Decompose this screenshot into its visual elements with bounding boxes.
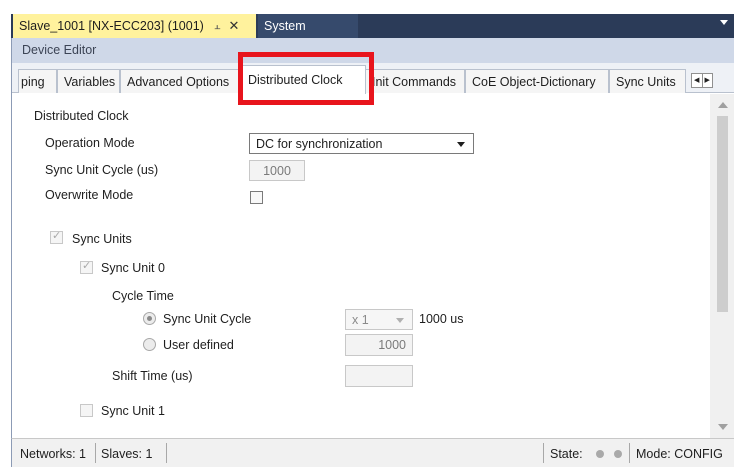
cycle-time-label: Cycle Time (112, 289, 174, 303)
shift-time-field[interactable] (345, 365, 413, 387)
slaves-count: Slaves: 1 (101, 447, 153, 461)
vertical-scrollbar[interactable] (710, 94, 734, 438)
document-tab-strip: Slave_1001 [NX-ECC203] (1001) ⫠ ✕ System (0, 0, 734, 38)
cycle-result-text: 1000 us (419, 312, 464, 326)
chevron-down-icon (457, 142, 465, 147)
pin-icon[interactable]: ⫠ (214, 20, 221, 33)
shift-time-label: Shift Time (us) (112, 369, 193, 383)
tab-coe-object-dictionary[interactable]: CoE Object-Dictionary (465, 69, 609, 93)
scroll-down-icon[interactable] (718, 424, 728, 430)
status-led-icon (614, 450, 622, 458)
scroll-right-icon[interactable]: ▶ (703, 74, 713, 87)
tab-advanced-options[interactable]: Advanced Options (120, 69, 241, 93)
tab-variables[interactable]: Variables (57, 69, 120, 93)
tab-mapping[interactable]: ping (18, 69, 57, 93)
doc-tab-label: Slave_1001 [NX-ECC203] (1001) (19, 19, 204, 33)
chevron-down-icon (396, 318, 404, 323)
sync-units-label: Sync Units (72, 232, 132, 246)
mode-status: Mode: CONFIG (636, 447, 723, 461)
networks-count: Networks: 1 (20, 447, 86, 461)
sync-unit1-label: Sync Unit 1 (101, 404, 165, 418)
state-label: State: (550, 447, 583, 461)
close-icon[interactable]: ✕ (229, 18, 240, 34)
check-icon: ✓ (82, 260, 92, 272)
scroll-thumb[interactable] (717, 116, 728, 312)
doc-tab-system[interactable]: System (258, 14, 358, 38)
sync-unit0-label: Sync Unit 0 (101, 261, 165, 275)
sync-units-checkbox[interactable]: ✓ (50, 230, 63, 244)
cycle-multiplier-select[interactable]: x 1 (345, 309, 413, 330)
overwrite-mode-checkbox[interactable] (250, 191, 263, 204)
doc-tab-system-label: System (264, 19, 306, 33)
user-defined-radio[interactable] (143, 338, 156, 351)
user-defined-label: User defined (163, 338, 234, 352)
tab-list-dropdown-icon[interactable] (720, 20, 728, 25)
sync-unit-cycle-field[interactable]: 1000 (249, 160, 305, 181)
status-bar: Networks: 1 Slaves: 1 State: Mode: CONFI… (11, 438, 734, 467)
tab-scroll-buttons: ◀ ▶ (691, 73, 713, 88)
highlight-box (238, 52, 374, 105)
operation-mode-label: Operation Mode (45, 136, 135, 150)
status-led-icon (596, 450, 604, 458)
sync-unit-cycle-radio[interactable] (143, 312, 156, 325)
sync-unit-cycle-radio-label: Sync Unit Cycle (163, 312, 252, 326)
scroll-left-icon[interactable]: ◀ (692, 74, 703, 87)
user-defined-field[interactable]: 1000 (345, 334, 413, 356)
check-icon: ✓ (52, 230, 62, 242)
sync-unit1-checkbox[interactable] (80, 404, 93, 417)
section-title: Distributed Clock (34, 109, 129, 123)
distributed-clock-panel: Distributed Clock Operation Mode DC for … (12, 94, 710, 438)
tab-init-commands[interactable]: Init Commands (365, 69, 465, 93)
operation-mode-select[interactable]: DC for synchronization (249, 133, 474, 154)
sync-unit-cycle-label: Sync Unit Cycle (us) (45, 163, 159, 177)
doc-tab-slave-1001[interactable]: Slave_1001 [NX-ECC203] (1001) ⫠ ✕ (13, 14, 256, 38)
scroll-up-icon[interactable] (718, 102, 728, 108)
overwrite-mode-label: Overwrite Mode (45, 188, 134, 202)
tab-sync-units[interactable]: Sync Units (609, 69, 686, 93)
sync-unit0-checkbox[interactable]: ✓ (80, 260, 93, 274)
